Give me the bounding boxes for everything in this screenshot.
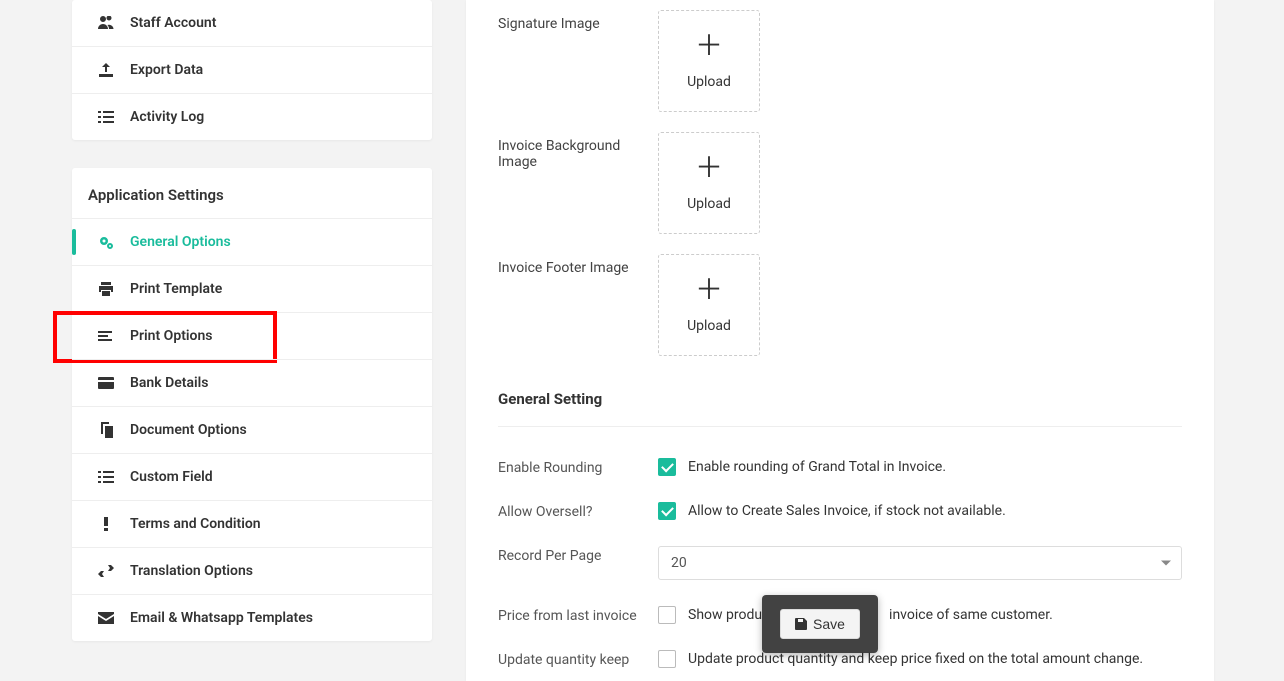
save-overlay: Save	[762, 595, 878, 653]
sidebar-item-staff-account[interactable]: Staff Account	[72, 0, 432, 46]
sidebar-item-label: Staff Account	[130, 15, 216, 31]
save-button[interactable]: Save	[780, 609, 860, 639]
setting-label-lastprice: Price from last invoice	[498, 606, 658, 624]
setting-label-rounding: Enable Rounding	[498, 458, 658, 476]
copy-icon	[98, 422, 114, 438]
sidebar-item-label: Custom Field	[130, 469, 213, 485]
upload-signature[interactable]: ＋ Upload	[658, 10, 760, 112]
plus-icon: ＋	[695, 154, 723, 182]
swap-icon	[98, 563, 114, 579]
field-label-signature: Signature Image	[498, 10, 658, 32]
sidebar-item-print-template[interactable]: Print Template	[72, 265, 432, 312]
setting-desc-updateqty: Update product quantity and keep price f…	[688, 651, 1143, 667]
sidebar-item-label: Export Data	[130, 62, 203, 78]
select-value: 20	[671, 555, 687, 571]
select-record-per-page[interactable]: 20	[658, 546, 1182, 580]
sidebar-item-document-options[interactable]: Document Options	[72, 406, 432, 453]
sidebar-item-email-whatsapp[interactable]: Email & Whatsapp Templates	[72, 594, 432, 641]
sidebar-item-label: Terms and Condition	[130, 516, 261, 532]
sidebar-item-terms-condition[interactable]: Terms and Condition	[72, 500, 432, 547]
sidebar-item-custom-field[interactable]: Custom Field	[72, 453, 432, 500]
list-icon	[98, 109, 114, 125]
sidebar-item-label: Translation Options	[130, 563, 253, 579]
checkbox-lastprice[interactable]	[658, 606, 676, 624]
checkbox-rounding[interactable]	[658, 458, 676, 476]
setting-desc-oversell: Allow to Create Sales Invoice, if stock …	[688, 503, 1006, 519]
sidebar-item-label: Activity Log	[130, 109, 204, 125]
setting-label-perpage: Record Per Page	[498, 546, 658, 564]
sidebar-item-bank-details[interactable]: Bank Details	[72, 359, 432, 406]
app-settings-card: Application Settings General Options Pri…	[72, 168, 432, 641]
sidebar-item-activity-log[interactable]: Activity Log	[72, 93, 432, 140]
sidebar-item-label: Print Options	[130, 328, 212, 344]
print-icon	[98, 281, 114, 297]
main-panel: Signature Image ＋ Upload Invoice Backgro…	[466, 0, 1214, 681]
users-icon	[98, 15, 114, 31]
plus-icon: ＋	[695, 276, 723, 304]
gears-icon	[98, 234, 114, 250]
setting-desc-rounding: Enable rounding of Grand Total in Invoic…	[688, 459, 946, 475]
sidebar-item-label: General Options	[130, 234, 231, 250]
sidebar-item-label: Print Template	[130, 281, 222, 297]
account-menu-card: Staff Account Export Data Activity Log	[72, 0, 432, 140]
sidebar-item-label: Bank Details	[130, 375, 208, 391]
exclaim-icon	[98, 516, 114, 532]
list-icon	[98, 469, 114, 485]
upload-footer[interactable]: ＋ Upload	[658, 254, 760, 356]
upload-text: Upload	[687, 74, 731, 90]
setting-label-oversell: Allow Oversell?	[498, 502, 658, 520]
checkbox-updateqty[interactable]	[658, 650, 676, 668]
sidebar-item-export-data[interactable]: Export Data	[72, 46, 432, 93]
app-settings-title: Application Settings	[72, 168, 432, 218]
sidebar-item-print-options[interactable]: Print Options	[72, 312, 432, 359]
field-label-footer: Invoice Footer Image	[498, 254, 658, 276]
save-icon	[795, 618, 807, 630]
upload-icon	[98, 62, 114, 78]
plus-icon: ＋	[695, 32, 723, 60]
lines-icon	[98, 328, 114, 344]
sidebar-item-label: Document Options	[130, 422, 247, 438]
section-heading-general: General Setting	[498, 366, 1182, 427]
checkbox-oversell[interactable]	[658, 502, 676, 520]
envelope-icon	[98, 610, 114, 626]
field-label-bg: Invoice Background Image	[498, 132, 658, 170]
upload-bg[interactable]: ＋ Upload	[658, 132, 760, 234]
upload-text: Upload	[687, 196, 731, 212]
setting-label-updateqty: Update quantity keep	[498, 650, 658, 668]
sidebar-item-translation-options[interactable]: Translation Options	[72, 547, 432, 594]
save-label: Save	[813, 616, 845, 632]
sidebar-item-label: Email & Whatsapp Templates	[130, 610, 313, 626]
sidebar-item-general-options[interactable]: General Options	[72, 218, 432, 265]
card-icon	[98, 375, 114, 391]
upload-text: Upload	[687, 318, 731, 334]
